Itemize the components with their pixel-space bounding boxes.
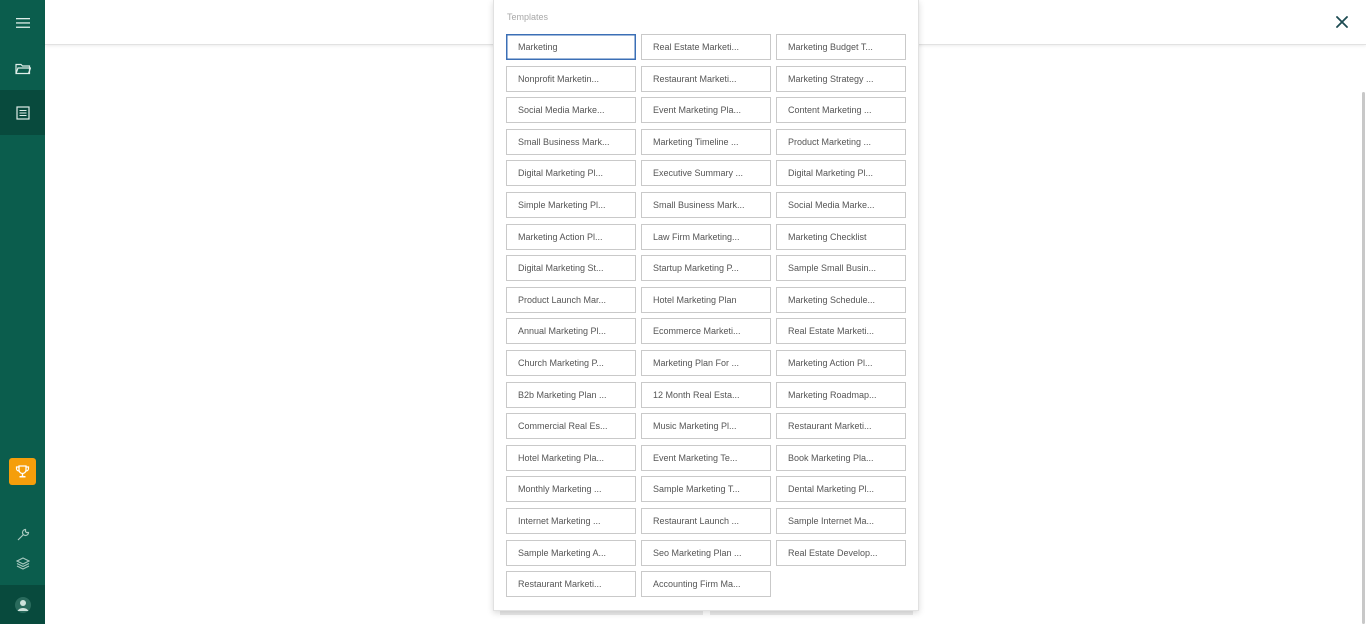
template-option[interactable]: Small Business Mark... (641, 191, 771, 219)
folder-icon (14, 63, 31, 75)
template-option[interactable]: Internet Marketing ... (506, 507, 636, 534)
template-option[interactable]: Hotel Marketing Pla... (506, 444, 636, 471)
background-element (500, 611, 703, 615)
trophy-icon (15, 465, 30, 478)
template-option[interactable]: Marketing Timeline ... (641, 128, 771, 155)
template-option[interactable]: Restaurant Marketi... (776, 413, 906, 440)
avatar-icon (14, 596, 31, 613)
template-option[interactable]: Small Business Mark... (506, 128, 636, 155)
templates-grid: Marketing Real Estate Marketi... Marketing… (506, 34, 906, 598)
template-option[interactable]: Book Marketing Pla... (776, 444, 906, 471)
template-option[interactable]: Restaurant Marketi... (506, 571, 636, 598)
template-option[interactable]: B2b Marketing Plan ... (506, 381, 636, 408)
template-option[interactable]: Digital Marketing Pl... (506, 160, 636, 187)
template-option[interactable]: Marketing Plan For ... (641, 349, 771, 377)
template-option[interactable]: Monthly Marketing ... (506, 476, 636, 503)
template-option[interactable]: Startup Marketing P... (641, 255, 771, 282)
template-option[interactable]: Commercial Real Es... (506, 413, 636, 440)
template-option[interactable]: Music Marketing Pl... (641, 413, 771, 440)
profile-button[interactable] (0, 585, 45, 624)
template-option[interactable]: Hotel Marketing Plan (641, 286, 771, 313)
achievements-button[interactable] (9, 458, 36, 485)
page-scrollbar[interactable] (1362, 92, 1365, 624)
template-option[interactable]: Law Firm Marketing... (641, 223, 771, 250)
template-option[interactable]: Executive Summary ... (641, 160, 771, 187)
template-option[interactable]: Church Marketing P... (506, 349, 636, 377)
template-option[interactable]: Annual Marketing Pl... (506, 318, 636, 345)
close-button[interactable] (1332, 12, 1352, 32)
template-option[interactable]: Marketing Budget T... (776, 34, 906, 61)
templates-panel: Templates Marketing Real Estate Marketi..… (493, 0, 919, 611)
template-option[interactable]: Dental Marketing Pl... (776, 476, 906, 503)
templates-title: Templates (507, 12, 549, 22)
template-option[interactable]: Ecommerce Marketi... (641, 318, 771, 345)
template-option[interactable]: 12 Month Real Esta... (641, 381, 771, 408)
template-option[interactable]: Marketing Roadmap... (776, 381, 906, 408)
template-option[interactable]: Accounting Firm Ma... (641, 571, 771, 598)
hamburger-menu-icon (15, 17, 30, 28)
template-option[interactable]: Sample Marketing A... (506, 539, 636, 566)
template-option[interactable]: Simple Marketing Pl... (506, 191, 636, 219)
template-option[interactable]: Social Media Marke... (506, 97, 636, 124)
template-option[interactable]: Digital Marketing Pl... (776, 160, 906, 187)
background-element (710, 611, 913, 615)
sidebar-item-documents[interactable] (0, 90, 45, 135)
template-option[interactable]: Seo Marketing Plan ... (641, 539, 771, 566)
template-option[interactable]: Real Estate Develop... (776, 539, 906, 566)
template-option[interactable]: Nonprofit Marketin... (506, 65, 636, 92)
template-option[interactable]: Sample Internet Ma... (776, 507, 906, 534)
template-option[interactable]: Real Estate Marketi... (641, 34, 771, 61)
template-option[interactable]: Event Marketing Pla... (641, 97, 771, 124)
template-option[interactable]: Social Media Marke... (776, 191, 906, 219)
template-option[interactable]: Real Estate Marketi... (776, 318, 906, 345)
layers-button[interactable] (0, 540, 45, 585)
sidebar (0, 0, 45, 624)
layers-icon (15, 556, 30, 570)
template-option[interactable]: Restaurant Marketi... (641, 65, 771, 92)
template-option[interactable]: Restaurant Launch ... (641, 507, 771, 534)
template-option[interactable]: Marketing Strategy ... (776, 65, 906, 92)
close-icon (1336, 16, 1348, 28)
template-option[interactable]: Digital Marketing St... (506, 255, 636, 282)
menu-button[interactable] (0, 0, 45, 45)
template-option[interactable]: Event Marketing Te... (641, 444, 771, 471)
template-option[interactable]: Product Launch Mar... (506, 286, 636, 313)
template-option[interactable]: Marketing Action Pl... (776, 349, 906, 377)
template-option[interactable]: Sample Marketing T... (641, 476, 771, 503)
template-option[interactable]: Content Marketing ... (776, 97, 906, 124)
template-option[interactable]: Marketing Action Pl... (506, 223, 636, 250)
sidebar-item-files[interactable] (0, 46, 45, 91)
document-list-icon (15, 105, 30, 120)
template-option[interactable]: Marketing Checklist (776, 223, 906, 250)
template-option[interactable]: Marketing (506, 34, 636, 61)
template-option[interactable]: Sample Small Busin... (776, 255, 906, 282)
template-option[interactable]: Product Marketing ... (776, 128, 906, 155)
template-option[interactable]: Marketing Schedule... (776, 286, 906, 313)
